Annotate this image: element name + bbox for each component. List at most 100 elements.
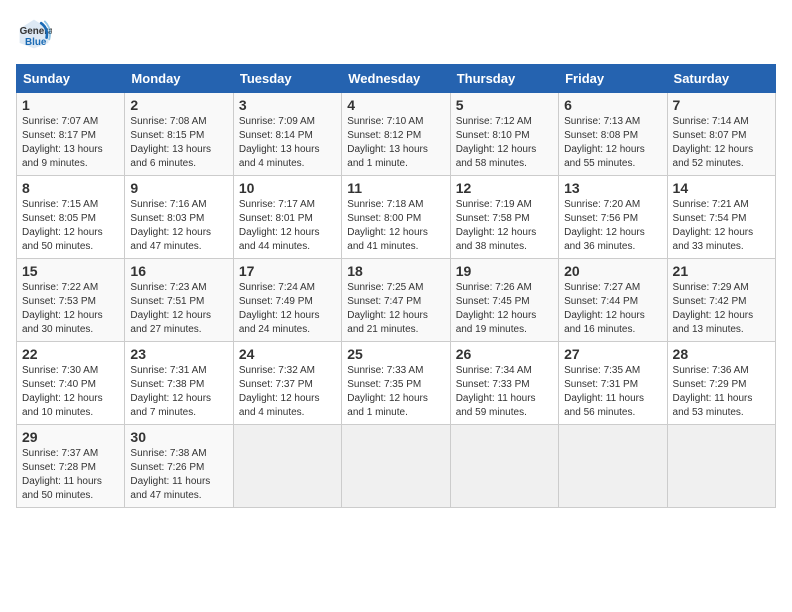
day-info: Sunrise: 7:24 AMSunset: 7:49 PMDaylight:… (239, 281, 336, 337)
header-saturday: Saturday (667, 65, 775, 93)
calendar-cell: 7 Sunrise: 7:14 AMSunset: 8:07 PMDaylight… (667, 93, 775, 176)
day-number: 24 (239, 346, 336, 362)
calendar-cell: 14 Sunrise: 7:21 AMSunset: 7:54 PMDayligh… (667, 176, 775, 259)
calendar-cell: 2 Sunrise: 7:08 AMSunset: 8:15 PMDaylight… (125, 93, 233, 176)
calendar-cell: 21Sunrise: 7:29 AMSunset: 7:42 PMDayligh… (667, 259, 775, 342)
header-thursday: Thursday (450, 65, 558, 93)
day-info: Sunrise: 7:30 AMSunset: 7:40 PMDaylight:… (22, 364, 119, 420)
day-number: 14 (673, 180, 770, 196)
day-info: Sunrise: 7:14 AMSunset: 8:07 PMDaylight:… (673, 115, 770, 171)
calendar-header-row: SundayMondayTuesdayWednesdayThursdayFrid… (17, 65, 776, 93)
calendar-cell: 15 Sunrise: 7:22 AMSunset: 7:53 PMDayligh… (17, 259, 125, 342)
day-number: 17 (239, 263, 336, 279)
calendar-cell (450, 425, 558, 508)
day-info: Sunrise: 7:10 AMSunset: 8:12 PMDaylight:… (347, 115, 444, 171)
calendar-cell: 29 Sunrise: 7:37 AMSunset: 7:28 PMDayligh… (17, 425, 125, 508)
day-info: Sunrise: 7:35 AMSunset: 7:31 PMDaylight:… (564, 364, 661, 420)
calendar-week-1: 1 Sunrise: 7:07 AMSunset: 8:17 PMDaylight… (17, 93, 776, 176)
day-number: 18 (347, 263, 444, 279)
day-number: 5 (456, 97, 553, 113)
day-number: 30 (130, 429, 227, 445)
day-number: 22 (22, 346, 119, 362)
day-number: 2 (130, 97, 227, 113)
calendar-cell: 24 Sunrise: 7:32 AMSunset: 7:37 PMDayligh… (233, 342, 341, 425)
day-info: Sunrise: 7:08 AMSunset: 8:15 PMDaylight:… (130, 115, 227, 171)
header-monday: Monday (125, 65, 233, 93)
day-info: Sunrise: 7:21 AMSunset: 7:54 PMDaylight:… (673, 198, 770, 254)
day-info: Sunrise: 7:26 AMSunset: 7:45 PMDaylight:… (456, 281, 553, 337)
day-info: Sunrise: 7:22 AMSunset: 7:53 PMDaylight:… (22, 281, 119, 337)
day-info: Sunrise: 7:33 AMSunset: 7:35 PMDaylight:… (347, 364, 444, 420)
svg-text:Blue: Blue (25, 37, 47, 48)
calendar-cell (559, 425, 667, 508)
day-info: Sunrise: 7:37 AMSunset: 7:28 PMDaylight:… (22, 447, 119, 503)
day-number: 20 (564, 263, 661, 279)
calendar-week-2: 8 Sunrise: 7:15 AMSunset: 8:05 PMDaylight… (17, 176, 776, 259)
calendar-cell: 12 Sunrise: 7:19 AMSunset: 7:58 PMDayligh… (450, 176, 558, 259)
header-sunday: Sunday (17, 65, 125, 93)
calendar-cell: 3 Sunrise: 7:09 AMSunset: 8:14 PMDaylight… (233, 93, 341, 176)
day-number: 7 (673, 97, 770, 113)
calendar-cell (233, 425, 341, 508)
day-number: 28 (673, 346, 770, 362)
calendar-week-4: 22 Sunrise: 7:30 AMSunset: 7:40 PMDayligh… (17, 342, 776, 425)
page-header: General Blue (16, 16, 776, 52)
day-info: Sunrise: 7:23 AMSunset: 7:51 PMDaylight:… (130, 281, 227, 337)
day-info: Sunrise: 7:17 AMSunset: 8:01 PMDaylight:… (239, 198, 336, 254)
day-number: 29 (22, 429, 119, 445)
calendar-week-5: 29 Sunrise: 7:37 AMSunset: 7:28 PMDayligh… (17, 425, 776, 508)
day-number: 13 (564, 180, 661, 196)
day-info: Sunrise: 7:12 AMSunset: 8:10 PMDaylight:… (456, 115, 553, 171)
day-info: Sunrise: 7:07 AMSunset: 8:17 PMDaylight:… (22, 115, 119, 171)
day-info: Sunrise: 7:25 AMSunset: 7:47 PMDaylight:… (347, 281, 444, 337)
day-number: 26 (456, 346, 553, 362)
logo: General Blue (16, 16, 56, 52)
calendar-cell: 11Sunrise: 7:18 AMSunset: 8:00 PMDayligh… (342, 176, 450, 259)
day-info: Sunrise: 7:16 AMSunset: 8:03 PMDaylight:… (130, 198, 227, 254)
calendar-cell: 1 Sunrise: 7:07 AMSunset: 8:17 PMDaylight… (17, 93, 125, 176)
day-info: Sunrise: 7:15 AMSunset: 8:05 PMDaylight:… (22, 198, 119, 254)
calendar-cell: 20 Sunrise: 7:27 AMSunset: 7:44 PMDayligh… (559, 259, 667, 342)
day-number: 9 (130, 180, 227, 196)
logo-icon: General Blue (16, 16, 52, 52)
day-info: Sunrise: 7:18 AMSunset: 8:00 PMDaylight:… (347, 198, 444, 254)
day-number: 12 (456, 180, 553, 196)
calendar-cell: 5 Sunrise: 7:12 AMSunset: 8:10 PMDaylight… (450, 93, 558, 176)
calendar-cell: 16 Sunrise: 7:23 AMSunset: 7:51 PMDayligh… (125, 259, 233, 342)
calendar-cell: 18 Sunrise: 7:25 AMSunset: 7:47 PMDayligh… (342, 259, 450, 342)
calendar-cell: 4 Sunrise: 7:10 AMSunset: 8:12 PMDaylight… (342, 93, 450, 176)
day-number: 10 (239, 180, 336, 196)
day-info: Sunrise: 7:27 AMSunset: 7:44 PMDaylight:… (564, 281, 661, 337)
day-info: Sunrise: 7:20 AMSunset: 7:56 PMDaylight:… (564, 198, 661, 254)
header-wednesday: Wednesday (342, 65, 450, 93)
day-number: 8 (22, 180, 119, 196)
day-info: Sunrise: 7:09 AMSunset: 8:14 PMDaylight:… (239, 115, 336, 171)
day-info: Sunrise: 7:34 AMSunset: 7:33 PMDaylight:… (456, 364, 553, 420)
day-number: 1 (22, 97, 119, 113)
day-info: Sunrise: 7:36 AMSunset: 7:29 PMDaylight:… (673, 364, 770, 420)
calendar-cell: 13 Sunrise: 7:20 AMSunset: 7:56 PMDayligh… (559, 176, 667, 259)
day-number: 3 (239, 97, 336, 113)
calendar-cell: 6Sunrise: 7:13 AMSunset: 8:08 PMDaylight… (559, 93, 667, 176)
calendar-week-3: 15 Sunrise: 7:22 AMSunset: 7:53 PMDayligh… (17, 259, 776, 342)
day-info: Sunrise: 7:29 AMSunset: 7:42 PMDaylight:… (673, 281, 770, 337)
calendar-cell: 22 Sunrise: 7:30 AMSunset: 7:40 PMDayligh… (17, 342, 125, 425)
day-info: Sunrise: 7:32 AMSunset: 7:37 PMDaylight:… (239, 364, 336, 420)
calendar-cell: 23 Sunrise: 7:31 AMSunset: 7:38 PMDayligh… (125, 342, 233, 425)
header-tuesday: Tuesday (233, 65, 341, 93)
day-number: 25 (347, 346, 444, 362)
day-info: Sunrise: 7:19 AMSunset: 7:58 PMDaylight:… (456, 198, 553, 254)
day-number: 16 (130, 263, 227, 279)
day-info: Sunrise: 7:13 AMSunset: 8:08 PMDaylight:… (564, 115, 661, 171)
day-number: 23 (130, 346, 227, 362)
day-number: 15 (22, 263, 119, 279)
calendar-cell (667, 425, 775, 508)
day-number: 4 (347, 97, 444, 113)
calendar-cell: 19 Sunrise: 7:26 AMSunset: 7:45 PMDayligh… (450, 259, 558, 342)
day-info: Sunrise: 7:31 AMSunset: 7:38 PMDaylight:… (130, 364, 227, 420)
day-number: 19 (456, 263, 553, 279)
header-friday: Friday (559, 65, 667, 93)
calendar-cell: 17 Sunrise: 7:24 AMSunset: 7:49 PMDayligh… (233, 259, 341, 342)
day-info: Sunrise: 7:38 AMSunset: 7:26 PMDaylight:… (130, 447, 227, 503)
calendar-cell (342, 425, 450, 508)
